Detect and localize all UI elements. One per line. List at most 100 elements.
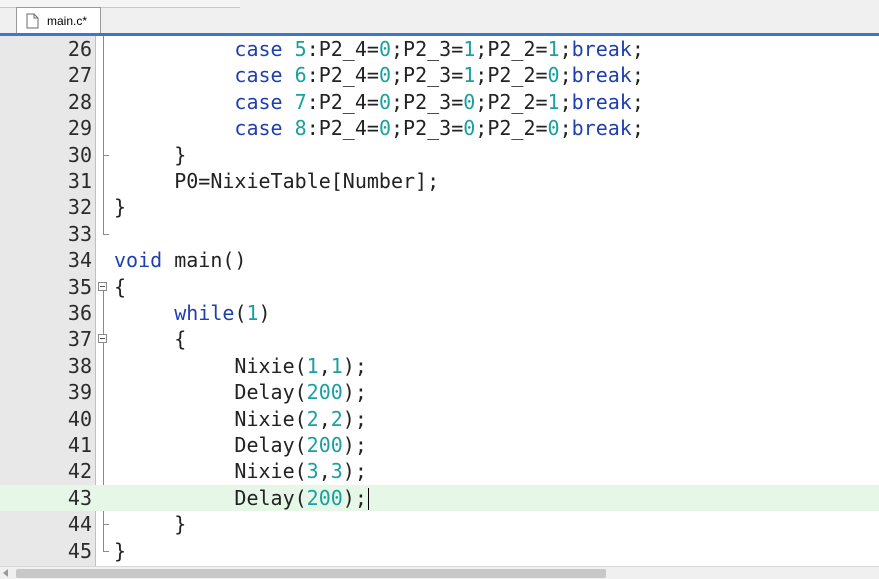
- code-line[interactable]: 30 }: [0, 142, 879, 168]
- number-token: 1: [547, 37, 560, 61]
- code-line[interactable]: 34 void main(): [0, 247, 879, 273]
- text-token: );: [342, 353, 367, 378]
- number-token: 3: [330, 459, 343, 484]
- text-token: ;P2_3=: [390, 37, 464, 61]
- text-token: Delay(: [114, 485, 307, 510]
- code-line[interactable]: 28 case 7:P2_4=0;P2_3=0;P2_2=1;break;: [0, 89, 879, 115]
- code-line[interactable]: 45}: [0, 538, 879, 564]
- text-token: ;P2_3=: [390, 63, 464, 88]
- text-token: Nixie(: [114, 459, 307, 484]
- line-number: 37: [67, 327, 92, 352]
- code-line[interactable]: 38 Nixie(1,1);: [0, 353, 879, 379]
- text-token: ;: [559, 63, 572, 88]
- text-token: ;P2_2=: [475, 37, 548, 61]
- text-token: :P2_4=: [306, 63, 379, 88]
- number-token: 1: [246, 301, 259, 325]
- text-token: ;: [631, 37, 644, 61]
- text-token: ): [258, 301, 271, 325]
- text-cursor: [367, 488, 369, 511]
- text-token: );: [342, 406, 367, 431]
- code-text: case 7:P2_4=0;P2_3=0;P2_2=1;break;: [114, 89, 644, 115]
- scrollbar-thumb[interactable]: [16, 569, 606, 578]
- keyword-token: case: [234, 63, 283, 88]
- code-text: P0=NixieTable[Number];: [114, 168, 439, 194]
- line-number: 32: [67, 195, 92, 220]
- line-number: 40: [67, 406, 92, 431]
- text-token: Nixie(: [114, 406, 307, 431]
- line-number: 26: [67, 37, 92, 61]
- text-token: );: [342, 433, 367, 457]
- code-line[interactable]: 36 while(1): [0, 300, 879, 326]
- text-token: ;: [631, 89, 644, 114]
- code-line[interactable]: 27 case 6:P2_4=0;P2_3=1;P2_2=0;break;: [0, 62, 879, 88]
- text-token: main(): [162, 248, 247, 273]
- horizontal-scrollbar[interactable]: [0, 566, 879, 579]
- tab-label: main.c*: [47, 14, 88, 28]
- line-number: 35: [67, 274, 92, 299]
- text-token: {: [114, 327, 187, 352]
- number-token: 7: [294, 89, 307, 114]
- code-line[interactable]: 33: [0, 221, 879, 247]
- number-token: 0: [378, 37, 391, 61]
- text-token: ,: [318, 459, 331, 484]
- number-token: 1: [463, 37, 476, 61]
- number-token: 0: [463, 116, 476, 141]
- code-text: Nixie(1,1);: [114, 353, 367, 379]
- keyword-token: break: [571, 37, 632, 61]
- code-text: case 8:P2_4=0;P2_3=0;P2_2=0;break;: [114, 115, 643, 141]
- number-token: 8: [294, 116, 307, 141]
- code-text: }: [114, 511, 186, 537]
- number-token: 3: [306, 459, 319, 484]
- line-number: 45: [67, 538, 92, 563]
- text-token: ;P2_3=: [390, 116, 464, 141]
- code-text: Nixie(2,2);: [114, 406, 367, 432]
- number-token: 0: [378, 89, 391, 114]
- code-text: Delay(200);: [114, 379, 366, 405]
- text-token: ,: [318, 353, 331, 378]
- code-line[interactable]: 44 }: [0, 511, 879, 537]
- text-token: P0=NixieTable[Number];: [114, 169, 440, 193]
- keyword-token: case: [234, 89, 283, 114]
- code-line[interactable]: 35 {: [0, 274, 879, 300]
- tab-strip: main.c*: [0, 0, 879, 34]
- keyword-token: case: [234, 37, 283, 61]
- number-token: 2: [330, 406, 343, 431]
- code-line[interactable]: 39 Delay(200);: [0, 379, 879, 405]
- number-token: 1: [463, 63, 476, 88]
- code-text: }: [114, 538, 126, 564]
- text-token: ,: [318, 406, 331, 431]
- tab-main-c[interactable]: main.c*: [16, 7, 101, 34]
- code-line[interactable]: 26 case 5:P2_4=0;P2_3=1;P2_2=1;break;: [0, 36, 879, 62]
- line-number: 42: [67, 459, 92, 484]
- code-line[interactable]: 31 P0=NixieTable[Number];: [0, 168, 879, 194]
- text-token: }: [114, 195, 127, 220]
- line-number: 39: [67, 380, 92, 405]
- code-line[interactable]: 42 Nixie(3,3);: [0, 458, 879, 484]
- line-number: 30: [67, 142, 92, 167]
- code-editor[interactable]: 26 case 5:P2_4=0;P2_3=1;P2_2=1;break; 27 …: [0, 36, 879, 566]
- line-number: 36: [67, 301, 92, 325]
- code-line[interactable]: 41 Delay(200);: [0, 432, 879, 458]
- text-token: Nixie(: [114, 353, 307, 378]
- number-token: 0: [378, 116, 391, 141]
- file-icon: [26, 13, 39, 29]
- text-token: ;P2_3=: [390, 89, 464, 114]
- code-line[interactable]: 40 Nixie(2,2);: [0, 406, 879, 432]
- code-text: {: [114, 274, 126, 300]
- code-line[interactable]: 32}: [0, 194, 879, 220]
- scroll-left-arrow-icon[interactable]: [3, 569, 8, 577]
- code-line[interactable]: 37 {: [0, 326, 879, 352]
- code-text: Delay(200);: [114, 485, 369, 511]
- text-token: ;P2_2=: [475, 89, 548, 114]
- text-token: ;P2_2=: [475, 63, 548, 88]
- text-token: {: [114, 274, 127, 299]
- code-line[interactable]: 29 case 8:P2_4=0;P2_3=0;P2_2=0;break;: [0, 115, 879, 141]
- number-token: 0: [547, 63, 560, 88]
- code-text: case 6:P2_4=0;P2_3=1;P2_2=0;break;: [114, 62, 643, 88]
- code-line[interactable]: 43 Delay(200);: [0, 484, 879, 511]
